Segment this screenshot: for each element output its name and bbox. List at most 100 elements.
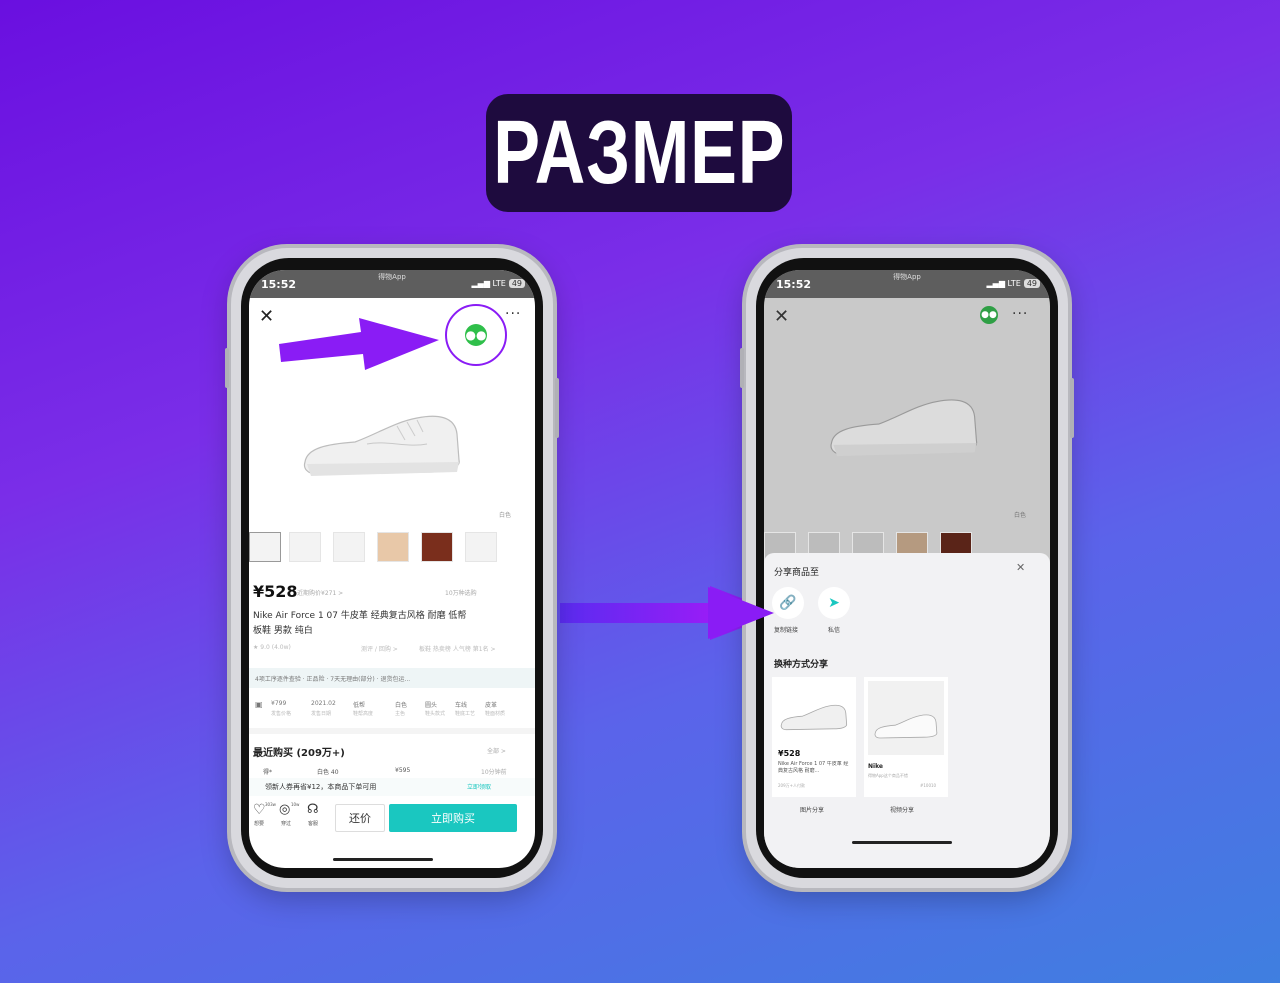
copy-link-pointer-arrow xyxy=(708,587,774,639)
image-share-label: 图片分享 xyxy=(800,807,825,814)
thumbnail[interactable] xyxy=(377,532,409,562)
video-shoe-image xyxy=(874,714,938,739)
param-price-label: 发售价格 xyxy=(271,711,292,717)
product-price: ¥528 xyxy=(253,582,298,601)
send-icon: ➤ xyxy=(828,595,840,611)
thumbnail[interactable] xyxy=(333,532,365,562)
worn-icon[interactable]: ◎ xyxy=(279,802,290,817)
network-label: LTE xyxy=(1007,279,1021,288)
wechat-share-icon[interactable]: ●● xyxy=(465,324,487,346)
wechat-share-icon[interactable]: ●● xyxy=(980,306,998,324)
share-sheet: 分享商品至 ✕ 🔗 复制链接 ➤ 私信 换种方式分享 ¥528 Nike Air… xyxy=(764,553,1050,868)
recent-title: 最近购买 (209万+) xyxy=(253,748,345,759)
video-share-card[interactable]: Nike 得物App这个商品不错 #10010 xyxy=(864,677,948,797)
sold-count: 10万种选购 xyxy=(445,590,477,597)
status-bar: 15:52 得物App ▂▄▆ LTE 49 xyxy=(249,270,535,298)
more-icon[interactable]: ··· xyxy=(505,306,521,322)
thumbnail[interactable] xyxy=(249,532,281,562)
param-material: 皮革 xyxy=(485,702,498,709)
video-share-label: 视频分享 xyxy=(890,807,915,814)
alt-share-title: 换种方式分享 xyxy=(774,660,829,670)
battery-icon: 49 xyxy=(1023,279,1040,288)
product-name-line2: 板鞋 男款 纯白 xyxy=(253,626,313,636)
private-message-label: 私信 xyxy=(828,627,841,634)
worn-count: 10w xyxy=(291,802,300,807)
rating: ★ 9.0 (4.0w) xyxy=(253,644,291,651)
param-height-label: 鞋帮高度 xyxy=(353,711,374,717)
color-label: 白色 xyxy=(499,512,512,519)
thumbnail[interactable] xyxy=(465,532,497,562)
copy-link-button[interactable]: 🔗 xyxy=(772,587,804,619)
bargain-label: 还价 xyxy=(349,812,371,825)
services-text: 4项工序逐件查验 · 正品险 · 7天无理由(部分) · 退货包运... xyxy=(255,676,411,683)
param-icon: ▣ xyxy=(255,700,263,709)
video-text: 得物App这个商品不错 xyxy=(868,773,908,778)
card-shoe-image xyxy=(780,704,848,731)
page-title: РАЗМЕР xyxy=(492,102,786,203)
review-link[interactable]: 测评 / 回购 > xyxy=(361,644,398,653)
sheet-close-icon[interactable]: ✕ xyxy=(1016,561,1025,574)
close-icon[interactable]: ✕ xyxy=(259,306,274,327)
param-sole: 车线 xyxy=(455,702,468,709)
share-sheet-title: 分享商品至 xyxy=(774,568,820,578)
pointer-arrow xyxy=(279,318,439,370)
product-name-line1: Nike Air Force 1 07 牛皮革 经典复古风格 耐磨 低帮 xyxy=(253,611,467,621)
private-message-button[interactable]: ➤ xyxy=(818,587,850,619)
param-toe-label: 鞋头款式 xyxy=(425,711,446,717)
video-code: #10010 xyxy=(920,783,937,788)
buy-now-button[interactable]: 立即购买 xyxy=(389,804,517,832)
card-sold: 209万+人付款 xyxy=(778,783,805,788)
signal-indicator: ▂▄▆ LTE 49 xyxy=(987,279,1040,288)
home-indicator xyxy=(852,841,952,844)
link-icon: 🔗 xyxy=(779,595,797,611)
video-brand: Nike xyxy=(868,763,883,770)
battery-icon: 49 xyxy=(508,279,525,288)
param-color-label: 主色 xyxy=(395,711,406,717)
product-image xyxy=(830,399,978,457)
right-phone: 15:52 得物App ▂▄▆ LTE 49 ✕ ●● ··· 白色 分享商品至 … xyxy=(740,248,1074,888)
param-height: 低帮 xyxy=(353,702,366,709)
product-image xyxy=(303,415,460,476)
support-label: 客服 xyxy=(308,821,319,827)
param-price: ¥799 xyxy=(271,700,287,707)
bargain-button[interactable]: 还价 xyxy=(335,804,385,832)
signal-indicator: ▂▄▆ LTE 49 xyxy=(472,279,525,288)
param-date-label: 发售日期 xyxy=(311,711,332,717)
recent-price: ¥595 xyxy=(395,767,411,774)
recent-time: 10分钟前 xyxy=(481,769,507,776)
param-sole-label: 鞋底工艺 xyxy=(455,711,476,717)
buy-now-label: 立即购买 xyxy=(431,812,475,825)
orig-price[interactable]: 近期购价¥271 > xyxy=(297,588,343,597)
network-label: LTE xyxy=(492,279,506,288)
coupon-action[interactable]: 立即领取 xyxy=(467,782,491,791)
param-date: 2021.02 xyxy=(311,700,336,707)
rank-link[interactable]: 板鞋 热卖榜 人气榜 第1名 > xyxy=(419,644,495,653)
close-icon[interactable]: ✕ xyxy=(774,306,789,327)
thumbnail[interactable] xyxy=(421,532,453,562)
want-label: 想要 xyxy=(254,821,265,827)
want-icon[interactable]: ♡ xyxy=(253,802,266,818)
right-screen: 15:52 得物App ▂▄▆ LTE 49 ✕ ●● ··· 白色 分享商品至 … xyxy=(764,270,1050,868)
title-badge: РАЗМЕР xyxy=(486,94,792,212)
image-share-card[interactable]: ¥528 Nike Air Force 1 07 牛皮革 经典复古风格 耐磨..… xyxy=(772,677,856,797)
recent-all[interactable]: 全部 > xyxy=(487,746,506,755)
support-icon[interactable]: ☊ xyxy=(307,802,319,817)
param-color: 白色 xyxy=(395,702,408,709)
card-text: Nike Air Force 1 07 牛皮革 经典复古风格 耐磨... xyxy=(778,761,849,774)
want-count: 303w xyxy=(265,802,276,807)
param-material-label: 鞋面材质 xyxy=(485,711,506,717)
left-screen: 15:52 得物App ▂▄▆ LTE49 ✕ ··· ●● 白色 ¥528 xyxy=(249,270,535,868)
divider xyxy=(249,728,535,734)
left-phone: 15:52 得物App ▂▄▆ LTE49 ✕ ··· ●● 白色 ¥528 xyxy=(225,248,559,888)
status-bar: 15:52 得物App ▂▄▆ LTE 49 xyxy=(764,270,1050,298)
thumbnail[interactable] xyxy=(289,532,321,562)
color-label: 白色 xyxy=(1014,512,1027,519)
param-toe: 圆头 xyxy=(425,702,438,709)
recent-size: 白色 40 xyxy=(317,769,339,776)
card-price: ¥528 xyxy=(778,749,801,758)
recent-user: 得* xyxy=(263,769,273,776)
home-indicator xyxy=(333,858,433,861)
coupon-text: 领新人券再省¥12，本商品下单可用 xyxy=(265,783,377,791)
worn-label: 穿过 xyxy=(281,821,292,827)
more-icon[interactable]: ··· xyxy=(1012,306,1028,322)
